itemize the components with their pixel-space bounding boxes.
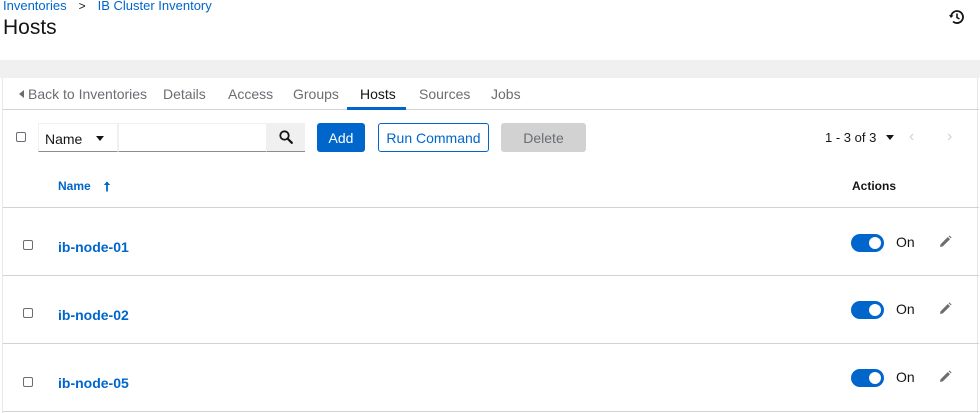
tab-bar: Back to Inventories Details Access Group… [3,78,979,110]
host-enabled-toggle[interactable] [851,234,884,252]
page-header: Inventories > IB Cluster Inventory Hosts [0,0,980,60]
edit-pencil-icon[interactable] [938,235,952,249]
filter-field-label: Name [45,131,83,147]
edit-pencil-icon[interactable] [938,302,952,316]
toggle-knob [869,237,881,249]
hosts-card: Back to Inventories Details Access Group… [2,78,979,413]
search-input[interactable] [118,123,267,152]
page-title: Hosts [3,16,57,39]
breadcrumb-link-inventories[interactable]: Inventories [3,0,67,13]
tab-hosts[interactable]: Hosts [360,86,396,102]
edit-pencil-icon[interactable] [938,370,952,384]
history-icon[interactable] [948,8,966,26]
host-enabled-toggle[interactable] [851,369,884,387]
caret-left-icon [19,90,24,98]
tab-access[interactable]: Access [228,86,273,102]
toolbar: Name Add Run Command Delete 1 - 3 of 3 ‹… [3,110,979,170]
tab-groups[interactable]: Groups [293,86,339,102]
column-header-actions: Actions [852,179,897,193]
chevron-down-icon [96,136,104,141]
search-icon [279,130,293,144]
tab-sources[interactable]: Sources [419,86,470,102]
table-header: Name Actions [3,170,979,208]
breadcrumb-separator: > [78,0,86,13]
column-header-label: Name [58,179,91,193]
host-name-link[interactable]: ib-node-01 [58,239,129,255]
page-background-band [0,60,980,78]
toggle-knob [869,372,881,384]
breadcrumb: Inventories > IB Cluster Inventory [3,0,212,13]
host-enabled-toggle[interactable] [851,301,884,319]
breadcrumb-link-inventory[interactable]: IB Cluster Inventory [98,0,212,13]
sort-ascending-icon [103,181,110,191]
tab-label: Back to Inventories [28,86,148,102]
filter-field-select[interactable]: Name [38,123,118,152]
table-row: ib-node-05 On [3,344,979,412]
next-page-icon[interactable]: › [947,128,952,146]
host-name-link[interactable]: ib-node-05 [58,375,129,391]
pagination-count: 1 - 3 of 3 [825,130,877,145]
search-button[interactable] [267,123,305,152]
row-checkbox[interactable] [23,240,33,250]
toggle-knob [869,304,881,316]
select-all-checkbox[interactable] [16,132,26,142]
tab-back-to-inventories[interactable]: Back to Inventories [19,86,147,102]
delete-button[interactable]: Delete [501,123,586,152]
toggle-label: On [896,234,915,250]
table-row: ib-node-02 On [3,276,979,344]
host-name-link[interactable]: ib-node-02 [58,307,129,323]
toggle-label: On [896,301,915,317]
run-command-button[interactable]: Run Command [378,123,489,152]
pagination-toggle[interactable]: 1 - 3 of 3 [825,130,895,145]
row-checkbox[interactable] [23,377,33,387]
tab-details[interactable]: Details [163,86,206,102]
previous-page-icon[interactable]: ‹ [909,128,914,146]
chevron-down-icon [886,135,895,140]
tab-jobs[interactable]: Jobs [491,86,521,102]
add-button[interactable]: Add [317,123,365,152]
table-row: ib-node-01 On [3,208,979,276]
toggle-label: On [896,369,915,385]
row-checkbox[interactable] [23,308,33,318]
column-header-name[interactable]: Name [58,179,111,193]
